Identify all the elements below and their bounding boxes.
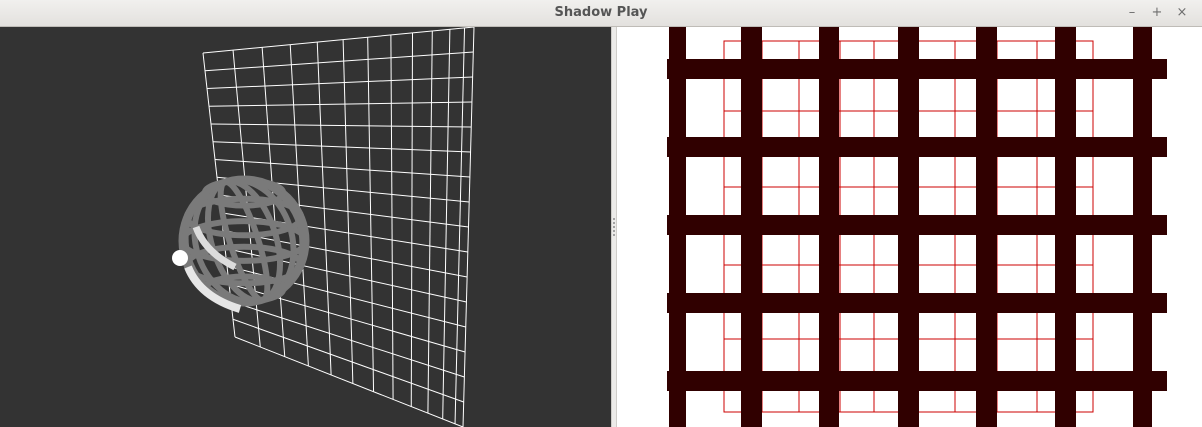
minimize-button[interactable]: –: [1122, 3, 1142, 23]
shadow-bar-horizontal: [667, 371, 1167, 391]
app-window: Shadow Play – + ×: [0, 0, 1202, 427]
wall-grid-line: [206, 76, 473, 89]
wall-grid-line: [202, 27, 475, 54]
light-source-icon[interactable]: [172, 250, 188, 266]
shadow-bar-horizontal: [667, 59, 1167, 79]
shadow-bar-horizontal: [667, 137, 1167, 157]
shadow-bars: [667, 27, 1167, 427]
projection-wall-grid: [202, 27, 475, 427]
close-button[interactable]: ×: [1172, 3, 1192, 23]
wall-grid-line: [212, 141, 471, 153]
window-title: Shadow Play: [554, 5, 648, 20]
viewport-3d[interactable]: [0, 27, 611, 427]
wall-grid-line: [210, 123, 472, 128]
maximize-button[interactable]: +: [1147, 3, 1167, 23]
wall-grid-line: [204, 51, 474, 72]
scene-canvas[interactable]: [0, 27, 611, 427]
title-bar[interactable]: Shadow Play – + ×: [0, 0, 1202, 27]
wall-grid-line: [208, 101, 472, 107]
wall-grid-line: [214, 159, 470, 178]
wire-sphere[interactable]: [170, 164, 319, 318]
splitter-grip-icon[interactable]: [613, 217, 615, 237]
main-content: [0, 27, 1202, 427]
shadow-bar-horizontal: [667, 215, 1167, 235]
shadow-view[interactable]: [617, 27, 1202, 427]
shadow-canvas: [667, 27, 1167, 427]
shadow-bar-horizontal: [667, 293, 1167, 313]
